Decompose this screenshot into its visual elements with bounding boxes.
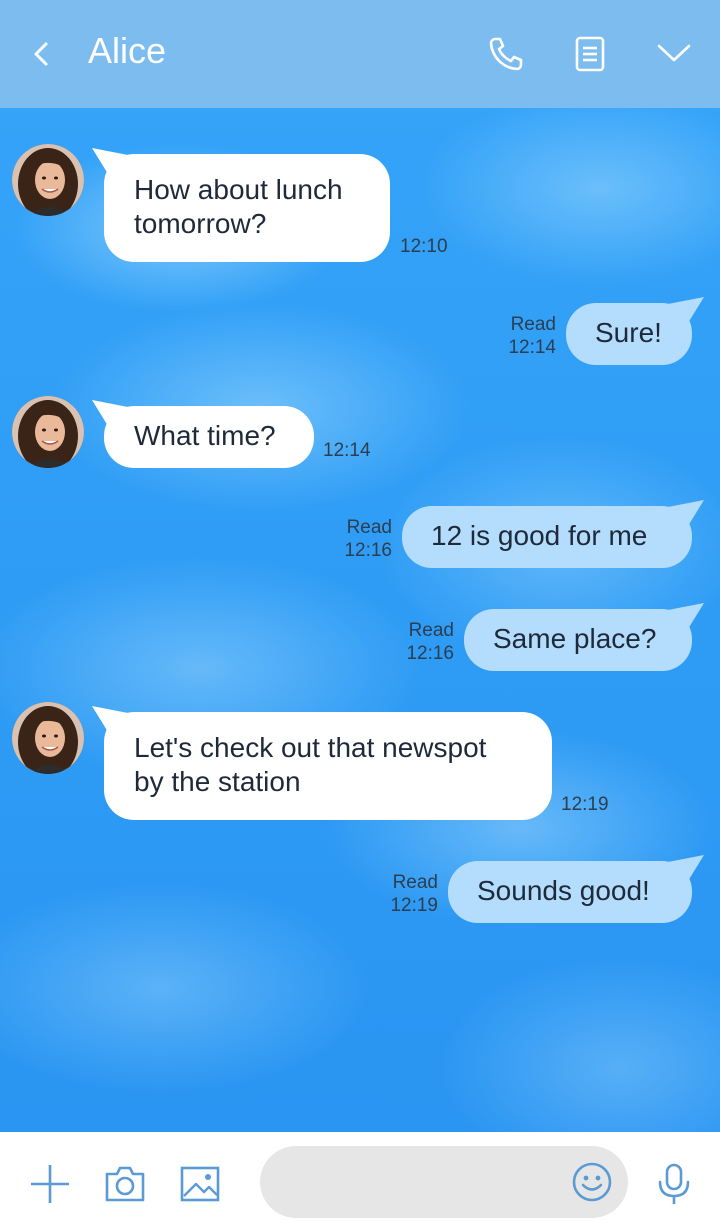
message-time: 12:16 xyxy=(344,540,392,561)
read-status: Read xyxy=(346,517,392,538)
incoming-message-bubble[interactable]: What time? xyxy=(104,406,314,468)
avatar-photo-icon xyxy=(12,396,84,468)
read-status: Read xyxy=(510,314,556,335)
message-text-line: What time? xyxy=(134,420,276,451)
message-time: 12:16 xyxy=(406,643,454,664)
outgoing-message-bubble[interactable]: Sure! xyxy=(566,303,692,365)
message-time: 12:19 xyxy=(561,794,609,815)
smiley-icon[interactable] xyxy=(570,1160,614,1204)
message-meta: Read 12:16 xyxy=(406,619,454,665)
message-text-line: by the station xyxy=(134,766,301,797)
message-list[interactable]: How about lunch tomorrow? 12:10 Read 12:… xyxy=(0,108,720,1132)
message-time: 12:10 xyxy=(400,236,448,257)
outgoing-message-bubble[interactable]: 12 is good for me xyxy=(402,506,692,568)
outgoing-message-bubble[interactable]: Same place? xyxy=(464,609,692,671)
contact-name[interactable]: Alice xyxy=(88,30,166,72)
composer-bar xyxy=(0,1132,720,1232)
message-input[interactable] xyxy=(260,1146,628,1218)
message-text: Sure! xyxy=(595,317,662,348)
image-gallery-icon[interactable] xyxy=(178,1162,222,1206)
contact-avatar[interactable] xyxy=(12,144,84,216)
camera-icon[interactable] xyxy=(103,1162,147,1206)
message-text-line: tomorrow? xyxy=(134,208,267,239)
incoming-message-bubble[interactable]: How about lunch tomorrow? xyxy=(104,154,390,262)
message-time: 12:14 xyxy=(508,337,556,358)
avatar-photo-icon xyxy=(12,702,84,774)
contact-avatar[interactable] xyxy=(12,702,84,774)
message-text: Sounds good! xyxy=(477,875,650,906)
message-text: 12 is good for me xyxy=(431,520,648,551)
outgoing-message-bubble[interactable]: Sounds good! xyxy=(448,861,692,923)
message-meta: Read 12:19 xyxy=(390,871,438,917)
message-text: Same place? xyxy=(493,623,657,654)
message-text-line: How about lunch xyxy=(134,174,343,205)
notes-document-icon[interactable] xyxy=(570,34,610,74)
message-time: 12:19 xyxy=(390,895,438,916)
message-meta: Read 12:16 xyxy=(344,516,392,562)
microphone-icon[interactable] xyxy=(652,1162,696,1206)
chevron-down-icon[interactable] xyxy=(654,34,694,74)
avatar-photo-icon xyxy=(12,144,84,216)
message-time: 12:14 xyxy=(323,440,371,461)
chat-header: Alice xyxy=(0,0,720,108)
phone-icon[interactable] xyxy=(486,34,526,74)
plus-icon[interactable] xyxy=(28,1162,72,1206)
read-status: Read xyxy=(408,620,454,641)
incoming-message-bubble[interactable]: Let's check out that newspot by the stat… xyxy=(104,712,552,820)
contact-avatar[interactable] xyxy=(12,396,84,468)
message-meta: Read 12:14 xyxy=(508,313,556,359)
message-text-line: Let's check out that newspot xyxy=(134,732,487,763)
back-chevron-icon[interactable] xyxy=(26,36,58,72)
read-status: Read xyxy=(392,872,438,893)
